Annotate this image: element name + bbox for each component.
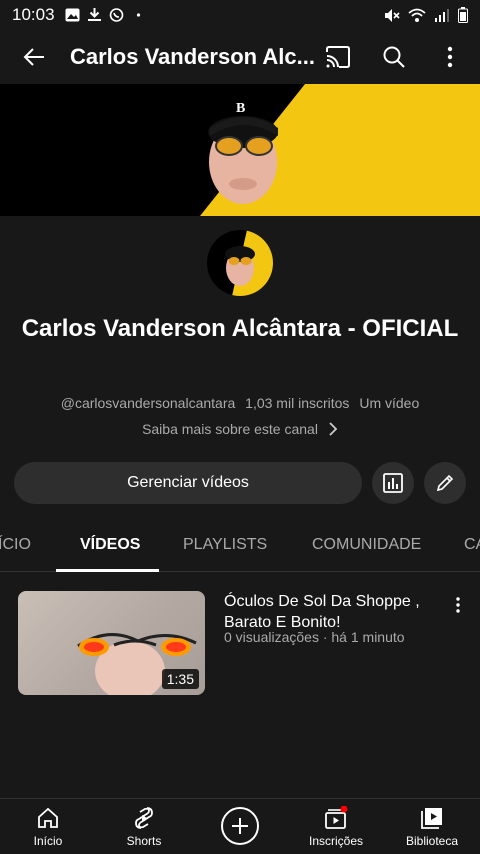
cast-button[interactable] [316,35,360,79]
nav-inscricoes[interactable]: Inscrições [291,805,381,848]
channel-meta: @carlosvandersonalcantara 1,03 mil inscr… [0,395,480,411]
nav-label-inicio: Início [33,834,63,848]
tab-inicio[interactable]: ÍCIO [0,536,31,554]
tab-canais[interactable]: CA [464,536,480,554]
video-count: Um vídeo [359,395,420,411]
whatsapp-icon [109,8,123,22]
nav-biblioteca[interactable]: Biblioteca [387,805,477,848]
video-title[interactable]: Óculos De Sol Da Shoppe , Barato E Bonit… [224,591,444,633]
video-item[interactable]: 1:35 Óculos De Sol Da Shoppe , Barato E … [18,591,468,695]
video-age: há 1 minuto [331,629,405,645]
channel-banner: B [0,84,480,216]
channel-handle: @carlosvandersonalcantara [60,395,236,411]
analytics-button[interactable] [372,462,414,504]
tab-playlists[interactable]: PLAYLISTS [183,536,267,554]
svg-text:B: B [236,101,245,116]
page-title: Carlos Vanderson Alc... [70,44,315,69]
create-button[interactable] [221,807,259,845]
home-icon [38,807,58,828]
dot-icon [136,13,140,17]
more-vert-icon [456,597,460,613]
nav-shorts[interactable]: Shorts [99,805,189,848]
cast-icon [326,46,350,68]
video-duration: 1:35 [161,669,199,689]
more-about-label: Saiba mais sobre este canal [142,421,318,437]
create-icon [232,818,248,834]
status-time: 10:03 [12,5,55,24]
battery-icon [458,7,468,23]
more-options-button[interactable] [428,35,472,79]
analytics-icon [383,473,403,493]
subscriber-count: 1,03 mil inscritos [245,395,350,411]
search-button[interactable] [372,35,416,79]
nav-inicio[interactable]: Início [3,805,93,848]
video-views: 0 visualizações [224,629,319,645]
video-thumbnail[interactable]: 1:35 [18,591,205,695]
back-button[interactable] [12,35,56,79]
gallery-icon [65,8,80,22]
search-icon [383,46,405,68]
manage-videos-button[interactable]: Gerenciar vídeos [14,462,362,504]
meta-separator: · [322,629,328,645]
channel-tabs: ÍCIO VÍDEOS PLAYLISTS COMUNIDADE CA [0,520,480,572]
active-tab-indicator [56,569,159,572]
arrow-back-icon [23,48,44,66]
channel-avatar[interactable] [207,230,273,296]
more-vert-icon [447,46,453,68]
tab-comunidade[interactable]: COMUNIDADE [312,536,421,554]
video-options-button[interactable] [448,593,468,617]
banner-image: B [0,84,480,216]
shorts-icon [135,807,153,829]
nav-label-biblioteca: Biblioteca [405,834,459,848]
pencil-icon [436,474,454,492]
library-icon [421,808,442,829]
mute-icon [385,8,400,22]
chevron-right-icon [329,422,338,436]
channel-name: Carlos Vanderson Alcântara - OFICIAL [21,315,459,342]
more-about-channel-link[interactable]: Saiba mais sobre este canal [0,421,480,437]
wifi-icon [408,8,426,22]
status-bar: 10:03 [0,0,480,30]
download-icon [87,8,101,21]
nav-label-shorts: Shorts [126,834,162,848]
subscriptions-icon [325,806,348,829]
bottom-navigation: Início Shorts Inscrições Biblioteca [0,798,480,854]
tab-videos[interactable]: VÍDEOS [80,536,140,554]
edit-channel-button[interactable] [424,462,466,504]
signal-icon [435,8,449,22]
video-meta: 0 visualizações · há 1 minuto [224,629,405,645]
app-bar: Carlos Vanderson Alc... [0,30,480,84]
avatar-image [207,230,273,296]
nav-label-inscricoes: Inscrições [308,834,364,848]
